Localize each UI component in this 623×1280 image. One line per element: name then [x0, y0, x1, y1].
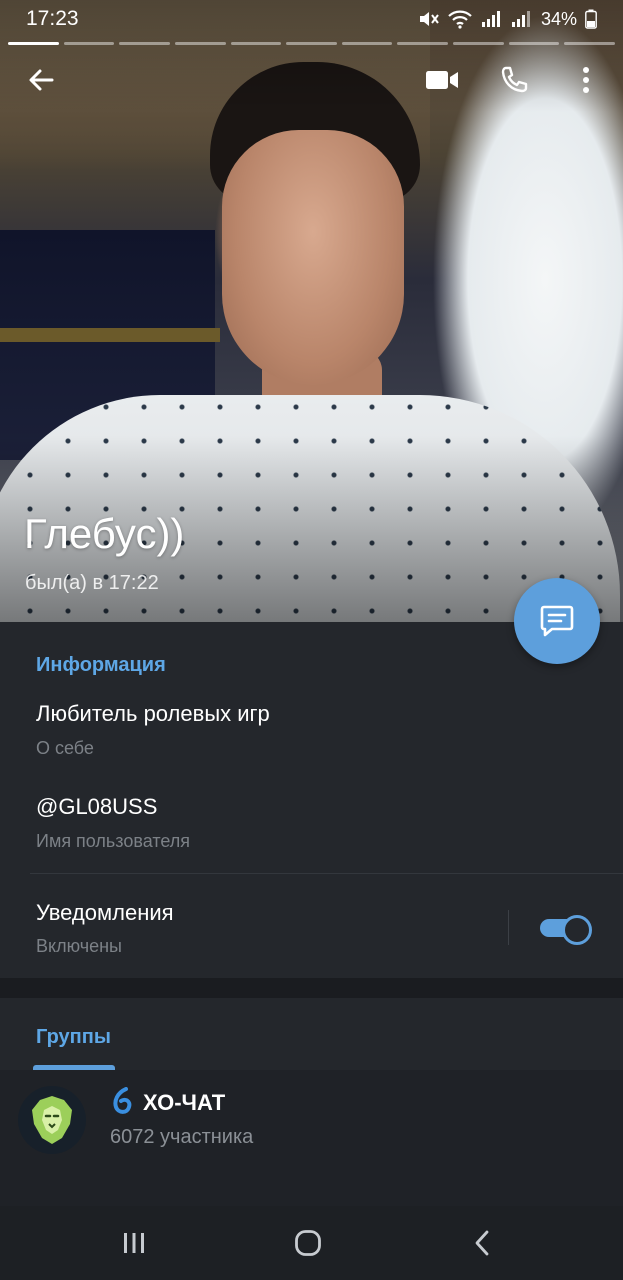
story-progress-segment: [397, 42, 449, 45]
more-options-button[interactable]: [562, 56, 610, 104]
group-members: 6072 участника: [110, 1126, 254, 1148]
notifications-toggle[interactable]: [538, 912, 592, 945]
phone-icon: [501, 66, 528, 93]
info-section: Информация Любитель ролевых игр О себе @…: [0, 622, 623, 978]
story-progress-segment: [564, 42, 616, 45]
status-time: 17:23: [26, 7, 79, 30]
story-progress-segment: [230, 42, 282, 45]
username-label: Имя пользователя: [36, 831, 191, 851]
send-message-button[interactable]: [514, 578, 600, 664]
profile-name: Глебус)): [24, 510, 185, 557]
top-bar: [0, 56, 623, 104]
bio-value: Любитель ролевых игр: [36, 701, 270, 726]
recents-button[interactable]: [110, 1222, 158, 1264]
divider: [30, 873, 623, 874]
message-icon: [540, 605, 574, 637]
nav-back-button[interactable]: [458, 1222, 506, 1264]
status-icons: 34%: [417, 9, 597, 30]
bio-label: О себе: [36, 738, 94, 758]
story-progress-segment: [63, 42, 115, 45]
profile-last-seen: был(а) в 17:22: [25, 572, 159, 594]
back-chevron-icon: [475, 1230, 489, 1256]
system-nav-bar: [0, 1206, 623, 1280]
username-value: @GL08USS: [36, 794, 158, 819]
arrow-left-icon: [29, 69, 54, 91]
story-progress-segment: [119, 42, 170, 45]
wifi-icon: [448, 10, 472, 29]
story-progress-segment: [286, 42, 337, 45]
notifications-value: Уведомления: [36, 900, 174, 925]
groups-tab[interactable]: Группы: [36, 1026, 111, 1049]
lion-logo-icon: [32, 1096, 72, 1144]
battery-icon: [585, 9, 597, 29]
story-progress-segment: [8, 42, 59, 45]
recents-icon: [124, 1233, 144, 1253]
home-icon: [295, 1230, 321, 1256]
back-button[interactable]: [17, 56, 65, 104]
group-name: ХО-ЧАТ: [143, 1090, 226, 1115]
story-progress-segment: [341, 42, 393, 45]
spiral-icon: [113, 1087, 132, 1114]
more-vertical-icon: [583, 67, 589, 93]
home-button[interactable]: [284, 1222, 332, 1264]
status-bar: 17:23 34%: [0, 0, 623, 38]
story-progress-segment: [174, 42, 226, 45]
toggle-thumb: [562, 915, 592, 945]
info-section-header: Информация: [36, 654, 166, 676]
battery-percent: 34%: [540, 8, 577, 29]
section-gap: [0, 978, 623, 998]
story-progress-segment: [508, 42, 560, 45]
call-button[interactable]: [490, 56, 538, 104]
story-progress-segment: [453, 42, 504, 45]
group-avatar: [18, 1086, 86, 1154]
story-progress-bars: [8, 42, 616, 46]
toggle-divider: [508, 910, 509, 945]
signal-icon: [481, 11, 500, 27]
group-list-item[interactable]: ХО-ЧАТ 6072 участника: [0, 1070, 623, 1170]
notifications-label: Включены: [36, 936, 122, 956]
mute-icon: [419, 12, 439, 26]
signal-2-icon: [511, 11, 530, 27]
video-call-button[interactable]: [418, 56, 466, 104]
video-camera-icon: [426, 71, 458, 89]
groups-section: Группы ХО-ЧАТ 6072 участника: [0, 998, 623, 1206]
